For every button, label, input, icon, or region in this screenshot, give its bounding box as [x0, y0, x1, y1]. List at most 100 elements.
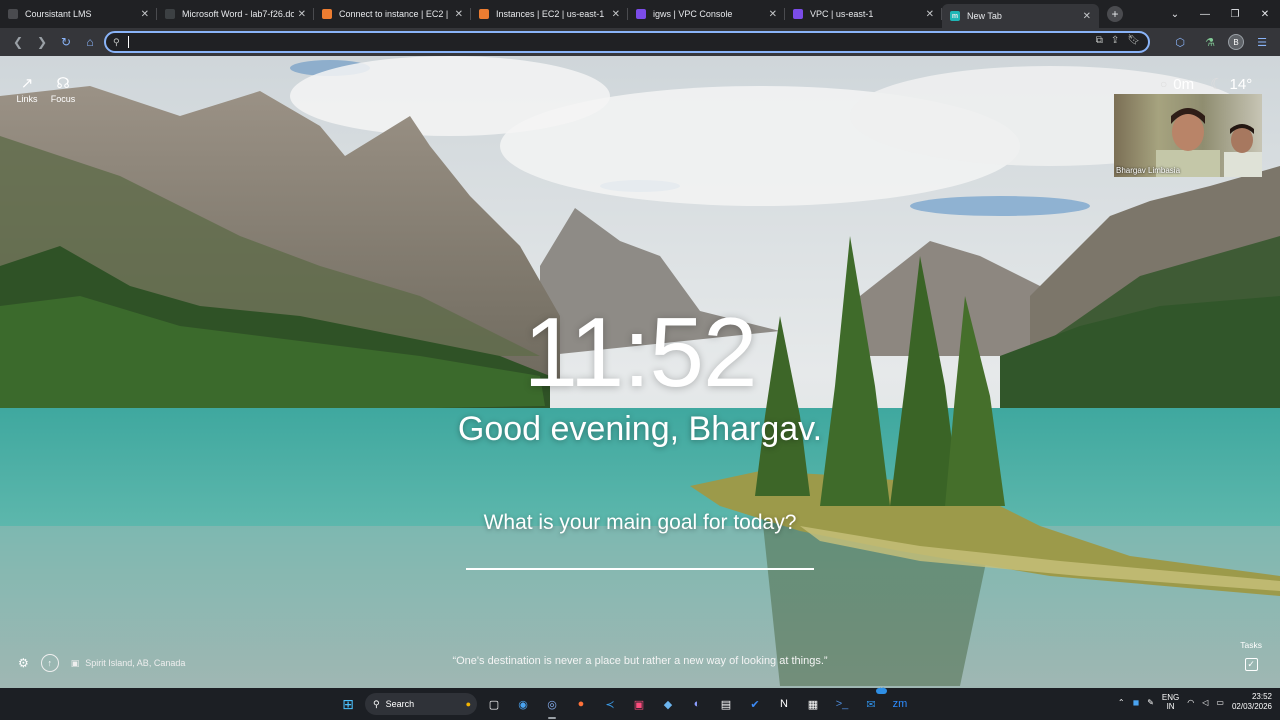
tab-list: Coursistant LMS ✕ Microsoft Word - lab7-f2…: [0, 0, 1099, 28]
focus-button[interactable]: ☊ Focus: [48, 74, 78, 104]
maximize-button[interactable]: ❐: [1220, 9, 1250, 20]
tab-favicon-icon: [8, 9, 18, 19]
tab-favicon-icon: [165, 9, 175, 19]
text-cursor: [127, 36, 129, 48]
back-button[interactable]: ❮: [6, 30, 30, 54]
search-icon: ⚲: [113, 36, 120, 47]
wifi-icon[interactable]: ◠: [1187, 698, 1194, 707]
taskbar-apps: ⊞ ⚲ Search ● ▢ ◉ ◎ ● ≺ ▣ ◆ ◐ ▤ ✔ N ▦ >_ …: [336, 688, 912, 719]
brain-icon: ☊: [56, 75, 70, 92]
volume-icon[interactable]: ◁: [1202, 698, 1208, 707]
tab-close-icon[interactable]: ✕: [769, 9, 777, 20]
reload-button[interactable]: ↻: [54, 30, 78, 54]
tab-favicon-icon: [793, 9, 803, 19]
clock: 11:52: [523, 297, 758, 407]
profile-avatar[interactable]: B: [1228, 34, 1244, 50]
menu-icon[interactable]: ☰: [1250, 30, 1274, 54]
checkbox-icon: ✓: [1244, 658, 1258, 671]
vscode-icon[interactable]: ≺: [598, 692, 622, 716]
minimize-button[interactable]: —: [1190, 9, 1220, 20]
weather-widget[interactable]: ○ 0m ☾ 14°: [1160, 74, 1280, 94]
browser-tab[interactable]: Microsoft Word - lab7-f26.doc ✕: [157, 0, 314, 28]
extensions-icon[interactable]: ⬡: [1168, 30, 1192, 54]
browser-tab[interactable]: igws | VPC Console ✕: [628, 0, 785, 28]
omnibox-actions: ⧉ ⇪ 🔖︎: [1096, 35, 1140, 46]
discord-icon[interactable]: ◐: [685, 692, 709, 716]
taskbar-search[interactable]: ⚲ Search ●: [365, 693, 477, 715]
links-label: Links: [16, 94, 38, 104]
share-icon[interactable]: ⇪: [1111, 35, 1119, 46]
language-indicator[interactable]: ENG IN: [1162, 693, 1179, 711]
chrome-icon[interactable]: ◎: [540, 692, 564, 719]
tab-title: Instances | EC2 | us-east-1: [496, 9, 605, 19]
system-time: 23:52: [1251, 692, 1272, 701]
search-label: Search: [385, 699, 415, 709]
new-tab-button[interactable]: +: [1107, 6, 1123, 22]
windows-taskbar: ⊞ ⚲ Search ● ▢ ◉ ◎ ● ≺ ▣ ◆ ◐ ▤ ✔ N ▦ >_ …: [0, 688, 1280, 720]
task-view-icon[interactable]: ▢: [482, 692, 506, 716]
system-tray: ⌃ ◼ ✎ ENG IN ◠ ◁ ▭ 23:52 02/03/2026: [1118, 692, 1272, 712]
edge-icon[interactable]: ◉: [511, 692, 535, 716]
tab-title: VPC | us-east-1: [810, 9, 874, 19]
browser-tab[interactable]: Coursistant LMS ✕: [0, 0, 157, 28]
close-window-button[interactable]: ✕: [1250, 9, 1280, 20]
window-controls: ⌄ — ❐ ✕: [1160, 9, 1280, 20]
region-code: IN: [1166, 702, 1175, 711]
vpn-bird-icon[interactable]: ◆: [656, 692, 680, 716]
tab-close-icon[interactable]: ✕: [926, 9, 934, 20]
address-input[interactable]: [130, 33, 1030, 51]
pen-icon[interactable]: ✎: [1147, 698, 1154, 707]
focus-label: Focus: [50, 94, 76, 104]
browser-tab[interactable]: m New Tab ✕: [942, 4, 1099, 28]
tab-title: igws | VPC Console: [653, 9, 733, 19]
browser-tab[interactable]: VPC | us-east-1 ✕: [785, 0, 942, 28]
system-clock[interactable]: 23:52 02/03/2026: [1232, 692, 1272, 712]
defender-icon[interactable]: ◼: [1133, 698, 1140, 707]
temperature: 14°: [1229, 75, 1253, 93]
tab-close-icon[interactable]: ✕: [455, 9, 463, 20]
greeting: Good evening, Bhargav.: [457, 410, 823, 448]
video-call-overlay: Bhargav Limbasia: [1114, 94, 1262, 177]
timer-circle-icon: ○: [1160, 77, 1168, 91]
moon-icon: ☾: [1210, 76, 1224, 93]
forward-button[interactable]: ❯: [30, 30, 54, 54]
tab-close-icon[interactable]: ✕: [1083, 11, 1091, 22]
tab-favicon-icon: [479, 9, 489, 19]
participant-2-image: [1224, 124, 1262, 177]
tab-title: Microsoft Word - lab7-f26.doc: [182, 9, 294, 19]
browser-tab[interactable]: Instances | EC2 | us-east-1 ✕: [471, 0, 628, 28]
main-goal-input[interactable]: [466, 544, 814, 570]
mail-icon[interactable]: ✉ 43: [859, 688, 887, 716]
address-bar[interactable]: ⚲ ⧉ ⇪ 🔖︎: [104, 31, 1150, 53]
notepad-icon[interactable]: ▤: [714, 692, 738, 716]
zoom-icon[interactable]: zm: [888, 692, 912, 716]
timer-minutes: 0m: [1173, 75, 1195, 93]
participant-name: Bhargav Limbasia: [1116, 166, 1181, 175]
windows-start-icon[interactable]: ⊞: [336, 692, 360, 716]
battery-icon[interactable]: ▭: [1216, 698, 1224, 707]
tab-title: Coursistant LMS: [25, 9, 92, 19]
intellij-icon[interactable]: ▣: [627, 692, 651, 716]
install-app-icon[interactable]: ⧉: [1096, 35, 1103, 46]
search-highlight-icon: ●: [465, 699, 471, 709]
home-button[interactable]: ⌂: [78, 30, 102, 54]
tab-close-icon[interactable]: ✕: [141, 9, 149, 20]
firefox-icon[interactable]: ●: [569, 692, 593, 716]
main-goal-prompt: What is your main goal for today?: [483, 511, 797, 534]
calculator-icon[interactable]: ▦: [801, 692, 825, 716]
tab-search-icon[interactable]: ⌄: [1160, 9, 1190, 20]
todo-check-icon[interactable]: ✔: [743, 692, 767, 716]
notion-icon[interactable]: N: [772, 692, 796, 716]
tab-title: New Tab: [967, 11, 1002, 21]
browser-tab-strip: Coursistant LMS ✕ Microsoft Word - lab7-f2…: [0, 0, 1280, 28]
daily-quote[interactable]: “One's destination is never a place but …: [0, 655, 1280, 667]
labs-flask-icon[interactable]: ⚗: [1198, 30, 1222, 54]
tasks-button[interactable]: Tasks ✓: [1240, 640, 1262, 671]
terminal-icon[interactable]: >_: [830, 692, 854, 716]
tab-close-icon[interactable]: ✕: [612, 9, 620, 20]
tab-close-icon[interactable]: ✕: [298, 9, 306, 20]
links-button[interactable]: ↗ Links: [12, 74, 42, 104]
tray-overflow-icon[interactable]: ⌃: [1118, 698, 1125, 707]
browser-tab[interactable]: Connect to instance | EC2 | us- ✕: [314, 0, 471, 28]
bookmark-icon[interactable]: 🔖︎: [1127, 35, 1140, 46]
